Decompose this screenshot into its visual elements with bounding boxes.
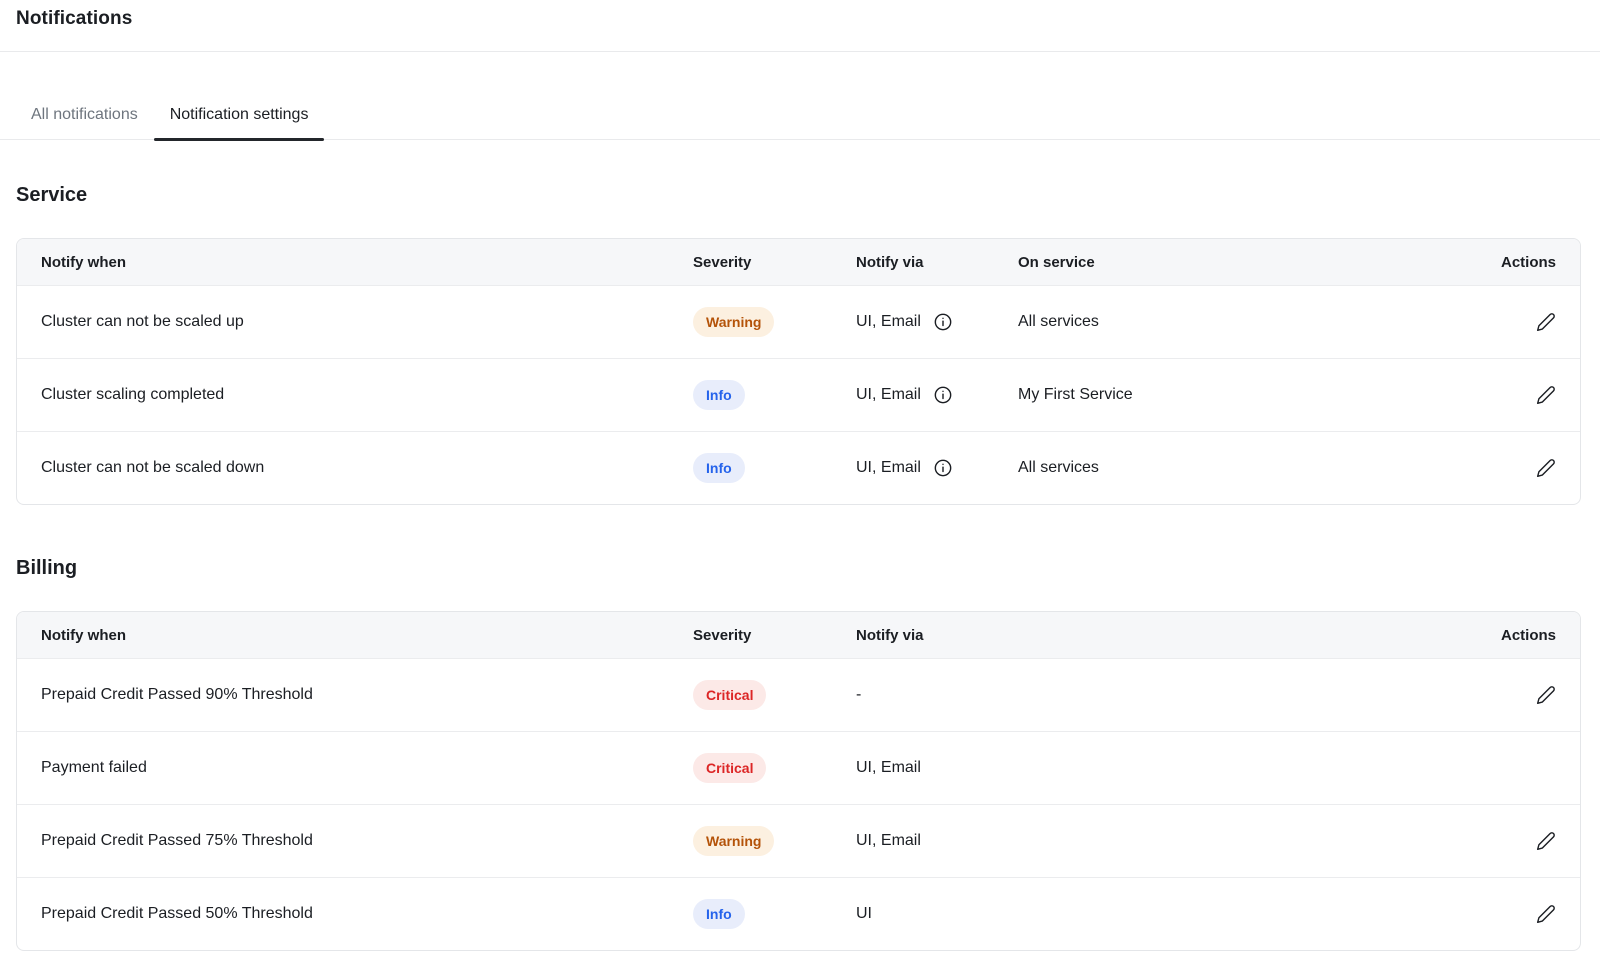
severity-badge: Warning [693, 307, 774, 337]
edit-button[interactable] [1536, 312, 1556, 332]
actions-cell [1496, 458, 1556, 478]
actions-cell [1496, 385, 1556, 405]
notify-via-cell: UI, Email [856, 759, 1496, 777]
column-header-notify-via: Notify via [856, 627, 1496, 644]
notify-via-cell: UI, Email [856, 458, 1018, 478]
info-circle-icon [933, 385, 953, 405]
severity-cell: Info [693, 380, 856, 410]
severity-badge: Warning [693, 826, 774, 856]
edit-button[interactable] [1536, 904, 1556, 924]
service-table: Notify whenSeverityNotify viaOn serviceA… [16, 238, 1581, 505]
notify-via-cell: UI [856, 905, 1496, 923]
tab-all-notifications[interactable]: All notifications [15, 90, 154, 140]
actions-cell [1496, 312, 1556, 332]
on-service-cell: All services [1018, 459, 1496, 477]
notify-via-cell: UI, Email [856, 832, 1496, 850]
actions-cell [1496, 685, 1556, 705]
notify-via-cell: UI, Email [856, 385, 1018, 405]
notify-via-text: - [856, 686, 861, 704]
column-header-notify-when: Notify when [41, 254, 693, 271]
column-header-notify-when: Notify when [41, 627, 693, 644]
edit-pencil-icon [1536, 312, 1556, 332]
on-service-cell: My First Service [1018, 386, 1496, 404]
severity-cell: Info [693, 453, 856, 483]
tab-label: Notification settings [170, 106, 309, 124]
edit-button[interactable] [1536, 385, 1556, 405]
tab-label: All notifications [31, 106, 138, 124]
notify-via-info-trigger[interactable] [933, 312, 953, 332]
severity-badge: Info [693, 380, 745, 410]
section-heading-service: Service [16, 182, 1584, 208]
edit-pencil-icon [1536, 831, 1556, 851]
table-row: Cluster can not be scaled upWarning UI, E… [17, 285, 1580, 358]
info-circle-icon [933, 458, 953, 478]
column-header-severity: Severity [693, 254, 856, 271]
notify-via-text: UI, Email [856, 386, 921, 404]
page-title: Notifications [16, 8, 1584, 30]
info-circle-icon [933, 312, 953, 332]
column-header-severity: Severity [693, 627, 856, 644]
severity-badge: Critical [693, 753, 766, 783]
notify-when-cell: Payment failed [41, 759, 693, 777]
tab-notification-settings[interactable]: Notification settings [154, 90, 325, 140]
notify-via-text: UI, Email [856, 313, 921, 331]
table-header-row: Notify whenSeverityNotify viaActions [17, 612, 1580, 658]
sections: ServiceNotify whenSeverityNotify viaOn s… [0, 182, 1600, 951]
column-header-on-service: On service [1018, 254, 1496, 271]
edit-pencil-icon [1536, 385, 1556, 405]
page-header: Notifications [0, 0, 1600, 52]
notify-when-cell: Prepaid Credit Passed 50% Threshold [41, 905, 693, 923]
notify-via-cell: - [856, 686, 1496, 704]
table-header-row: Notify whenSeverityNotify viaOn serviceA… [17, 239, 1580, 285]
notify-when-cell: Cluster can not be scaled up [41, 313, 693, 331]
notify-via-info-trigger[interactable] [933, 385, 953, 405]
notify-when-cell: Cluster can not be scaled down [41, 459, 693, 477]
notify-via-text: UI, Email [856, 832, 921, 850]
table-row: Prepaid Credit Passed 90% ThresholdCriti… [17, 658, 1580, 731]
table-row: Payment failedCritical UI, Email [17, 731, 1580, 804]
notify-when-cell: Prepaid Credit Passed 75% Threshold [41, 832, 693, 850]
notify-via-text: UI, Email [856, 459, 921, 477]
on-service-cell: All services [1018, 313, 1496, 331]
edit-pencil-icon [1536, 685, 1556, 705]
table-row: Cluster can not be scaled downInfo UI, Em… [17, 431, 1580, 504]
edit-button[interactable] [1536, 458, 1556, 478]
edit-button[interactable] [1536, 831, 1556, 851]
billing-table: Notify whenSeverityNotify viaActionsPrep… [16, 611, 1581, 951]
column-header-actions: Actions [1496, 627, 1556, 644]
table-row: Cluster scaling completedInfo UI, Email My… [17, 358, 1580, 431]
notify-via-text: UI [856, 905, 872, 923]
severity-badge: Info [693, 899, 745, 929]
severity-cell: Info [693, 899, 856, 929]
severity-badge: Critical [693, 680, 766, 710]
column-header-actions: Actions [1496, 254, 1556, 271]
section-heading-billing: Billing [16, 555, 1584, 581]
table-row: Prepaid Credit Passed 50% ThresholdInfo U… [17, 877, 1580, 950]
notify-when-cell: Prepaid Credit Passed 90% Threshold [41, 686, 693, 704]
actions-cell [1496, 831, 1556, 851]
notify-via-text: UI, Email [856, 759, 921, 777]
edit-pencil-icon [1536, 458, 1556, 478]
severity-cell: Warning [693, 307, 856, 337]
severity-cell: Critical [693, 680, 856, 710]
notify-via-info-trigger[interactable] [933, 458, 953, 478]
column-header-notify-via: Notify via [856, 254, 1018, 271]
severity-cell: Warning [693, 826, 856, 856]
edit-pencil-icon [1536, 904, 1556, 924]
actions-cell [1496, 904, 1556, 924]
severity-cell: Critical [693, 753, 856, 783]
notify-when-cell: Cluster scaling completed [41, 386, 693, 404]
tabbar: All notifications Notification settings [0, 90, 1600, 140]
notify-via-cell: UI, Email [856, 312, 1018, 332]
severity-badge: Info [693, 453, 745, 483]
edit-button[interactable] [1536, 685, 1556, 705]
table-row: Prepaid Credit Passed 75% ThresholdWarni… [17, 804, 1580, 877]
